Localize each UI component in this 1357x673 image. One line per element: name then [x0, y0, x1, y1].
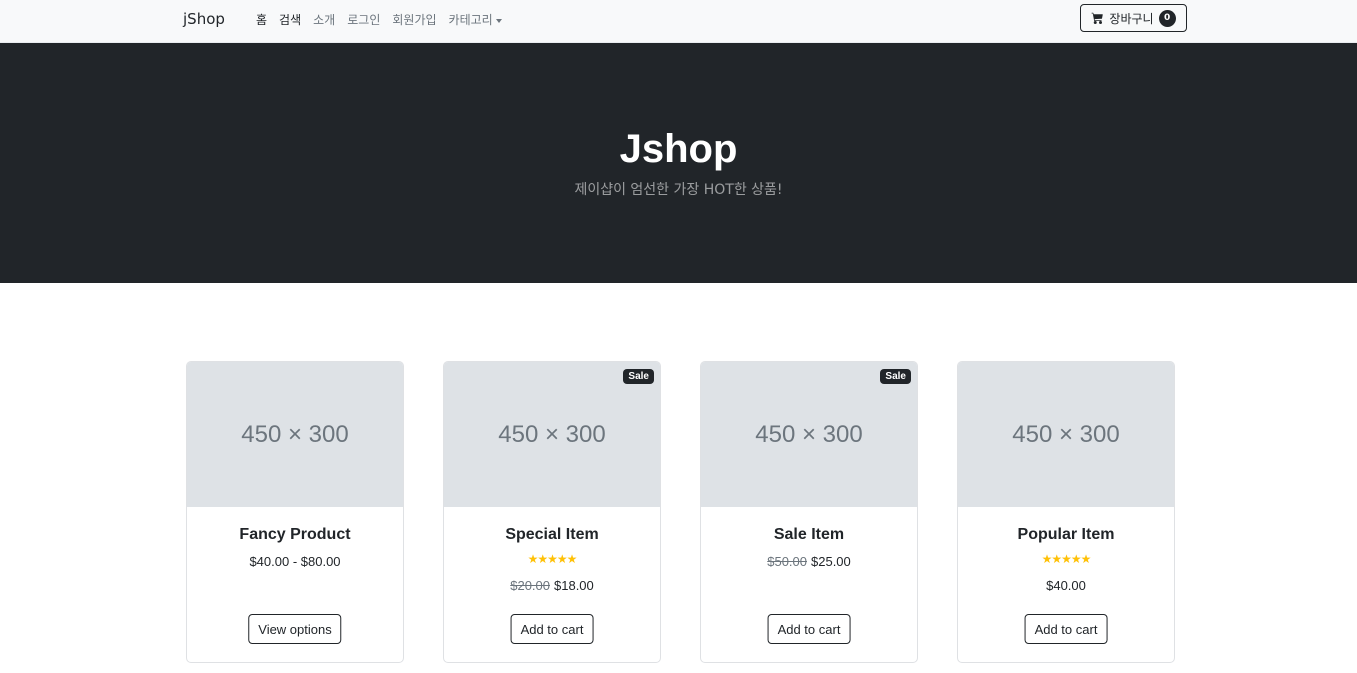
cart-icon	[1091, 12, 1104, 24]
add-to-cart-button[interactable]: Add to cart	[510, 614, 594, 644]
sale-badge: Sale	[880, 369, 911, 384]
nav-item-home: 홈	[256, 11, 267, 28]
star-rating: ★★★★★	[1041, 552, 1092, 566]
product-image-text: 450 × 300	[498, 420, 606, 448]
nav-link-category-dropdown[interactable]: 카테고리	[449, 13, 502, 27]
nav-link-signup[interactable]: 회원가입	[392, 13, 436, 27]
product-name: Special Item	[505, 526, 599, 543]
product-price: $40.00 - $80.00	[249, 554, 341, 569]
hero-banner: Jshop 제이샵이 엄선한 가장 HOT한 상품!	[0, 43, 1357, 283]
nav-item-login: 로그인	[347, 11, 380, 28]
product-image-placeholder: 450 × 300	[187, 362, 403, 507]
product-image-placeholder: 450 × 300 Sale	[444, 362, 660, 507]
product-card: 450 × 300 Sale Sale Item $50.00 $25.00 Ad…	[700, 361, 918, 663]
nav-menu: 홈 검색 소개 로그인 회원가입 카테고리	[256, 11, 502, 28]
add-to-cart-button[interactable]: Add to cart	[767, 614, 851, 644]
nav-item-about: 소개	[313, 11, 335, 28]
product-image-placeholder: 450 × 300 Sale	[701, 362, 917, 507]
product-name: Fancy Product	[239, 526, 351, 543]
product-name: Sale Item	[773, 526, 845, 543]
original-price: $20.00	[510, 578, 550, 593]
product-image-text: 450 × 300	[755, 420, 863, 448]
sale-price: $18.00	[554, 578, 594, 593]
nav-item-signup: 회원가입	[392, 11, 436, 28]
add-to-cart-button[interactable]: Add to cart	[1024, 614, 1108, 644]
cart-button[interactable]: 장바구니 0	[1080, 4, 1187, 32]
view-options-button[interactable]: View options	[248, 614, 342, 644]
navbar: jShop 홈 검색 소개 로그인 회원가입 카테고리 장바구니 0	[0, 0, 1357, 43]
nav-link-login[interactable]: 로그인	[347, 13, 380, 27]
product-card: 450 × 300 Sale Special Item ★★★★★ $20.00…	[443, 361, 661, 663]
caret-down-icon	[495, 18, 502, 23]
product-price: $40.00	[1046, 578, 1086, 593]
sale-badge: Sale	[623, 369, 654, 384]
product-price: $20.00 $18.00	[444, 578, 660, 593]
category-label: 카테고리	[448, 13, 493, 27]
product-image-placeholder: 450 × 300	[958, 362, 1174, 507]
original-price: $50.00	[767, 554, 807, 569]
product-name: Popular Item	[1017, 526, 1115, 543]
product-price: $50.00 $25.00	[701, 554, 917, 569]
nav-link-about[interactable]: 소개	[313, 13, 335, 27]
sale-price: $25.00	[811, 554, 851, 569]
nav-item-search: 검색	[279, 11, 301, 28]
brand-link[interactable]: jShop	[183, 10, 225, 28]
star-rating: ★★★★★	[527, 552, 578, 566]
nav-link-home[interactable]: 홈	[256, 13, 267, 27]
product-card: 450 × 300 Popular Item ★★★★★ $40.00 Add …	[957, 361, 1175, 663]
cart-count-badge: 0	[1158, 9, 1176, 27]
hero-subtitle: 제이샵이 엄선한 가장 HOT한 상품!	[574, 182, 783, 198]
nav-link-search[interactable]: 검색	[279, 13, 301, 27]
product-card: 450 × 300 Fancy Product $40.00 - $80.00 …	[186, 361, 404, 663]
nav-item-category: 카테고리	[449, 11, 502, 28]
hero-title: Jshop	[619, 127, 738, 171]
cart-label: 장바구니	[1109, 11, 1154, 26]
